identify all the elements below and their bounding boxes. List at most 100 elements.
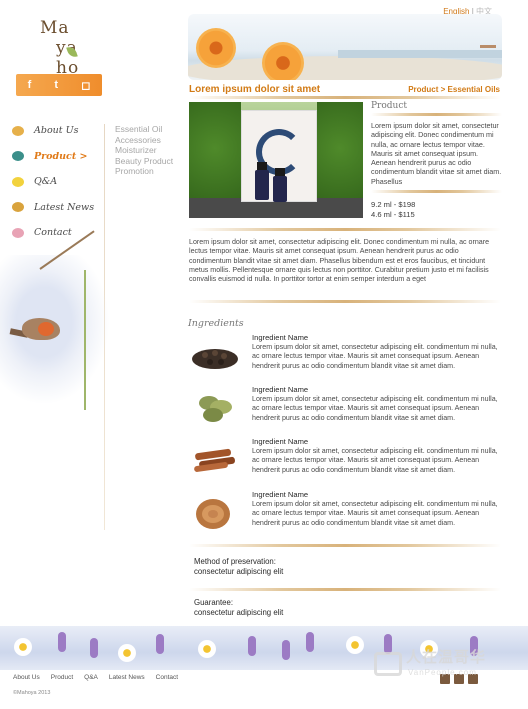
flower-icon [12,227,24,238]
guarantee-label: Guarantee: [194,598,234,607]
preservation-label: Method of preservation: [194,557,276,566]
footer-link-contact[interactable]: Contact [156,674,178,681]
subnav-item-promotion[interactable]: Promotion [115,166,173,177]
nav-label: Contact [34,227,72,239]
oil-bottle [255,170,269,200]
copyright: ©Mahoya 2013 [13,690,51,696]
footer-link-qa[interactable]: Q&A [84,674,98,681]
subnav-item-accessories[interactable]: Accessories [115,135,173,146]
nav-item-latest-news[interactable]: Latest News [12,195,104,221]
cardamom-icon [199,396,232,422]
page-title: Lorem ipsum dolor sit amet [189,84,321,95]
lavender-icon [306,632,314,652]
lavender-icon [58,632,66,652]
daisy-icon [198,640,216,658]
watermark-subtitle: VanPeople.com [408,668,477,677]
divider [189,544,501,547]
logo[interactable]: Ma ya ho [38,16,98,78]
bottle-cap [257,162,267,170]
ingredient-name: Ingredient Name [252,490,309,499]
nav-item-qa[interactable]: Q&A [12,169,104,195]
twitter-icon[interactable]: t [54,79,58,91]
flower-icon [196,28,236,68]
flower-icon [262,42,304,80]
vine-decoration [84,270,86,410]
footer-link-latest-news[interactable]: Latest News [109,674,145,681]
lavender-icon [282,640,290,660]
preservation-value: consectetur adipiscing elit [194,567,284,576]
nav-label: About Us [34,125,79,137]
product-subnav: Essential Oil Accessories Moisturizer Be… [115,124,173,177]
product-description: Lorem ipsum dolor sit amet, consectetur … [371,121,502,186]
leaf-icon [12,125,24,136]
footer-link-product[interactable]: Product [51,674,73,681]
cinnamon-icon [194,448,235,472]
divider [371,190,502,193]
header-banner [188,14,502,80]
divider [189,300,501,303]
watermark: 人在温哥华 VanPeople.com [372,646,512,686]
price-option[interactable]: 4.6 ml - $115 [371,210,415,220]
product-image [189,102,363,218]
boat-icon [480,36,496,48]
sandalwood-icon [196,499,230,529]
lavender-icon [248,636,256,656]
facebook-icon[interactable]: f [28,79,32,91]
ingredient-description: Lorem ipsum dolor sit amet, consectetur … [252,447,498,474]
price-option[interactable]: 9.2 ml - $198 [371,200,415,210]
ingredient-name: Ingredient Name [252,333,309,342]
divider [189,228,501,231]
robin-breast [38,322,54,336]
ingredient-description: Lorem ipsum dolor sit amet, consectetur … [252,500,498,527]
product-heading: Product [371,101,407,111]
bottle-cap [275,168,285,176]
ingredient-description: Lorem ipsum dolor sit amet, consectetur … [252,395,498,422]
ingredient-item: Ingredient Name Lorem ipsum dolor sit am… [189,490,501,534]
side-nav: About Us Product > Q&A Latest News Conta… [12,118,104,246]
nav-label: Q&A [34,176,58,188]
oil-bottle [273,176,287,202]
ingredient-item: Ingredient Name Lorem ipsum dolor sit am… [189,385,501,429]
lavender-icon [90,638,98,658]
watermark-logo-icon [374,652,402,676]
bird-icon [12,151,24,162]
ingredient-description: Lorem ipsum dolor sit amet, consectetur … [252,343,498,370]
sun-icon [12,176,24,187]
subnav-item-moisturizer[interactable]: Moisturizer [115,145,173,156]
product-long-description: Lorem ipsum dolor sit amet, consectetur … [189,238,490,284]
price-list: 9.2 ml - $198 4.6 ml - $115 [371,200,415,220]
banner-sea [338,50,502,58]
breadcrumb[interactable]: Product > Essential Oils [408,85,500,94]
logo-text-top: Ma [40,18,70,38]
branch-icon [12,202,24,213]
ingredients-heading: Ingredients [188,318,244,329]
ingredient-item: Ingredient Name Lorem ipsum dolor sit am… [189,437,501,481]
daisy-icon [346,636,364,654]
social-bar: f t ◻ [16,74,102,96]
daisy-icon [118,644,136,662]
ingredient-name: Ingredient Name [252,385,309,394]
instagram-icon[interactable]: ◻ [81,79,90,92]
ingredient-item: Ingredient Name Lorem ipsum dolor sit am… [189,333,501,377]
preservation-info: Method of preservation: consectetur adip… [194,557,283,577]
nav-item-product[interactable]: Product > [12,144,104,170]
divider [189,588,501,591]
lavender-icon [156,634,164,654]
nav-item-about-us[interactable]: About Us [12,118,104,144]
footer-nav: About Us Product Q&A Latest News Contact [13,674,178,681]
peppercorn-icon [192,349,238,369]
guarantee-info: Guarantee: consectetur adipiscing elit [194,598,283,618]
nav-label: Latest News [34,201,95,213]
nav-label: Product > [34,150,88,162]
footer-link-about-us[interactable]: About Us [13,674,40,681]
subnav-item-essential-oil[interactable]: Essential Oil [115,124,173,135]
daisy-icon [14,638,32,656]
ingredient-name: Ingredient Name [252,437,309,446]
guarantee-value: consectetur adipiscing elit [194,608,284,617]
divider [371,113,502,116]
logo-text-bottom: ya ho [56,38,80,78]
divider [189,96,501,99]
banner-hill [188,56,502,80]
subnav-item-beauty-product[interactable]: Beauty Product [115,156,173,167]
watermark-title: 人在温哥华 [406,649,487,666]
